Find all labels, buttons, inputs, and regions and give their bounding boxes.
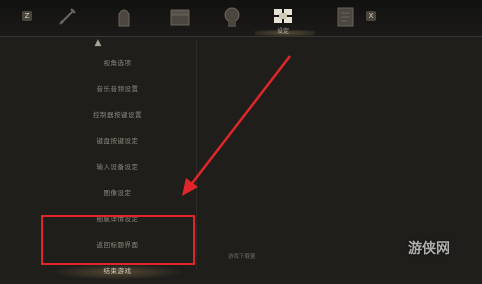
panel-divider (196, 40, 197, 270)
active-tab-label: 设定 (276, 28, 289, 35)
chest-icon[interactable] (167, 4, 193, 30)
next-tab-key[interactable]: X (366, 11, 376, 21)
sword-icon[interactable] (54, 4, 80, 30)
menu-item-input-device-settings[interactable]: 输入设备设定 (40, 154, 195, 180)
journal-icon[interactable] (333, 4, 359, 30)
menu-item-keyboard-settings[interactable]: 键盘按键设定 (40, 128, 195, 154)
top-nav-bar: Z X (0, 0, 482, 37)
menu-item-audio-settings[interactable]: 音乐音频设置 (40, 76, 195, 102)
watermark-logo: 游侠网 (408, 241, 450, 257)
armor-icon[interactable] (111, 4, 137, 30)
prev-tab-key[interactable]: Z (22, 11, 32, 21)
scroll-up-icon[interactable]: ▲ (92, 38, 104, 48)
annotation-highlight-box (41, 215, 195, 265)
head-profile-icon[interactable] (219, 4, 245, 30)
option-description: 游戏下载量 (228, 254, 256, 260)
menu-item-graphics-settings[interactable]: 图像设定 (40, 180, 195, 206)
menu-item-controller-settings[interactable]: 控制器按键设置 (40, 102, 195, 128)
menu-item-camera-options[interactable]: 视角选项 (40, 50, 195, 76)
